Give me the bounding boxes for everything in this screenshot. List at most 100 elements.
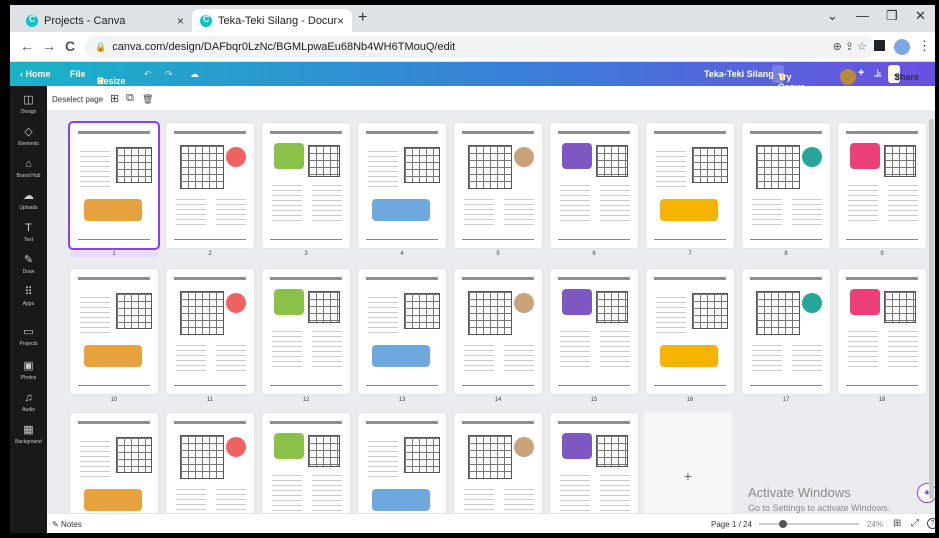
clue-list	[80, 297, 110, 337]
notes-button[interactable]: ✎ Notes	[52, 520, 82, 529]
background-icon: ▦	[23, 424, 34, 436]
page-thumbnail[interactable]	[262, 413, 350, 513]
back-button[interactable]: ←	[20, 38, 34, 54]
page-thumbnail[interactable]	[550, 123, 638, 248]
document-title[interactable]: Teka-Teki Silang	[704, 69, 774, 79]
close-tab-icon[interactable]: ×	[337, 14, 344, 28]
crossword-grid	[404, 147, 440, 183]
page-thumbnail[interactable]	[838, 123, 926, 248]
page-thumbnail[interactable]	[70, 269, 158, 394]
delete-page-icon[interactable]: 🗑	[142, 94, 153, 105]
browser-menu-icon[interactable]: ⋮	[918, 38, 931, 54]
add-page-button[interactable]: +	[644, 413, 732, 513]
sidebar-item-elements[interactable]: ◇ Elements	[10, 126, 47, 147]
page-thumbnail[interactable]	[550, 269, 638, 394]
omnibox-icons[interactable]: ⊕ ⇪ ☆	[833, 40, 867, 53]
redo-button[interactable]: ↷	[165, 69, 173, 80]
page-title-bar	[174, 421, 246, 424]
tab-projects[interactable]: Projects - Canva ×	[18, 9, 192, 32]
user-avatar[interactable]	[840, 69, 856, 85]
page-thumbnail[interactable]	[166, 123, 254, 248]
page-title-bar	[174, 277, 246, 280]
clue-list	[600, 331, 630, 371]
sidebar-item-draw[interactable]: ✎ Draw	[10, 254, 47, 275]
sidebar-item-background[interactable]: ▦ Background	[10, 424, 47, 445]
new-tab-button[interactable]: +	[358, 9, 367, 27]
tab-document[interactable]: Teka-Teki Silang - Document (A4) ×	[192, 9, 352, 32]
close-tab-icon[interactable]: ×	[177, 14, 184, 28]
profile-avatar[interactable]	[894, 39, 910, 55]
clue-list	[504, 489, 534, 513]
clue-list	[312, 185, 342, 225]
restore-button[interactable]: ❐	[886, 8, 898, 24]
page-thumbnail[interactable]	[262, 123, 350, 248]
clue-list	[600, 475, 630, 513]
duplicate-page-icon[interactable]: ⧉	[126, 92, 134, 105]
add-collaborator-button[interactable]: +	[858, 67, 864, 79]
sidebar-item-uploads[interactable]: ☁ Uploads	[10, 190, 47, 211]
crossword-grid	[116, 147, 152, 183]
sidebar-item-projects[interactable]: ▭ Projects	[10, 326, 47, 347]
tab-search-icon[interactable]: ⌄	[827, 8, 838, 24]
zoom-slider-handle[interactable]	[779, 520, 787, 528]
page-thumbnail[interactable]	[68, 121, 160, 250]
page-footer-line	[558, 239, 630, 240]
projects-icon: ▭	[23, 326, 34, 338]
file-menu[interactable]: File	[70, 69, 86, 79]
page-illustration	[802, 147, 822, 167]
insights-icon[interactable]: ⫡	[874, 67, 881, 80]
zoom-slider[interactable]	[759, 523, 859, 525]
page-thumbnail[interactable]	[166, 413, 254, 513]
page-thumbnail[interactable]	[454, 413, 542, 513]
close-window-button[interactable]: ✕	[915, 8, 926, 24]
page-illustration	[514, 293, 534, 313]
page-thumbnail[interactable]	[358, 123, 446, 248]
undo-button[interactable]: ↶	[144, 69, 152, 80]
sidebar-toggle-icon[interactable]	[874, 40, 885, 51]
try-canva-pro-button[interactable]: ♛ Try Canva Pro	[772, 65, 805, 102]
page-thumbnail[interactable]	[358, 269, 446, 394]
page-title-bar	[366, 131, 438, 134]
sidebar-item-audio[interactable]: ♫ Audio	[10, 392, 47, 413]
page-title-bar	[846, 131, 918, 134]
forward-button[interactable]: →	[42, 38, 56, 54]
deselect-page-button[interactable]: Deselect page	[52, 95, 103, 104]
cloud-saved-icon[interactable]: ☁	[190, 69, 199, 80]
page-thumbnail[interactable]	[358, 413, 446, 513]
page-thumbnail[interactable]	[742, 123, 830, 248]
reload-button[interactable]: C	[65, 38, 75, 54]
page-indicator[interactable]: Page 1 / 24	[711, 520, 752, 529]
grid-view-icon[interactable]: ⊞	[893, 518, 901, 529]
help-icon[interactable]: ?	[927, 518, 935, 529]
clue-list	[752, 345, 782, 371]
minimize-button[interactable]: —	[856, 8, 869, 23]
page-title-bar	[462, 131, 534, 134]
page-toolbar: Deselect page ⊞ ⧉ 🗑	[47, 86, 935, 111]
add-page-icon[interactable]: ⊞	[110, 92, 119, 105]
home-button[interactable]: ‹ Home	[20, 69, 51, 79]
tab-bar: Projects - Canva × Teka-Teki Silang - Do…	[10, 5, 935, 32]
share-label: Share	[894, 72, 920, 82]
page-thumbnail[interactable]	[166, 269, 254, 394]
fullscreen-icon[interactable]: ⤢	[911, 518, 919, 529]
page-illustration	[562, 289, 592, 315]
page-thumbnail[interactable]	[454, 269, 542, 394]
page-thumbnail[interactable]	[454, 123, 542, 248]
page-thumbnail[interactable]	[262, 269, 350, 394]
page-thumbnail[interactable]	[742, 269, 830, 394]
sidebar-item-text[interactable]: T Text	[10, 222, 47, 243]
sidebar-item-brand-hub[interactable]: ⌂ Brand Hub	[10, 158, 47, 179]
page-thumbnail[interactable]	[70, 413, 158, 513]
sidebar-item-design[interactable]: ◫ Design	[10, 94, 47, 115]
page-thumbnail[interactable]	[550, 413, 638, 513]
sidebar-item-apps[interactable]: ⠿ Apps	[10, 286, 47, 307]
page-thumbnail[interactable]	[646, 269, 734, 394]
url-input[interactable]: 🔒 canva.com/design/DAFbqr0LzNc/BGMLpwaEu…	[85, 36, 875, 58]
page-thumbnail[interactable]	[838, 269, 926, 394]
vertical-scrollbar[interactable]	[929, 119, 934, 499]
page-thumbnail[interactable]	[646, 123, 734, 248]
sidebar-item-photos[interactable]: ▣ Photos	[10, 360, 47, 381]
page-footer-line	[558, 385, 630, 386]
share-button[interactable]: ⇧ Share	[888, 65, 919, 83]
zoom-level[interactable]: 24%	[867, 520, 883, 529]
